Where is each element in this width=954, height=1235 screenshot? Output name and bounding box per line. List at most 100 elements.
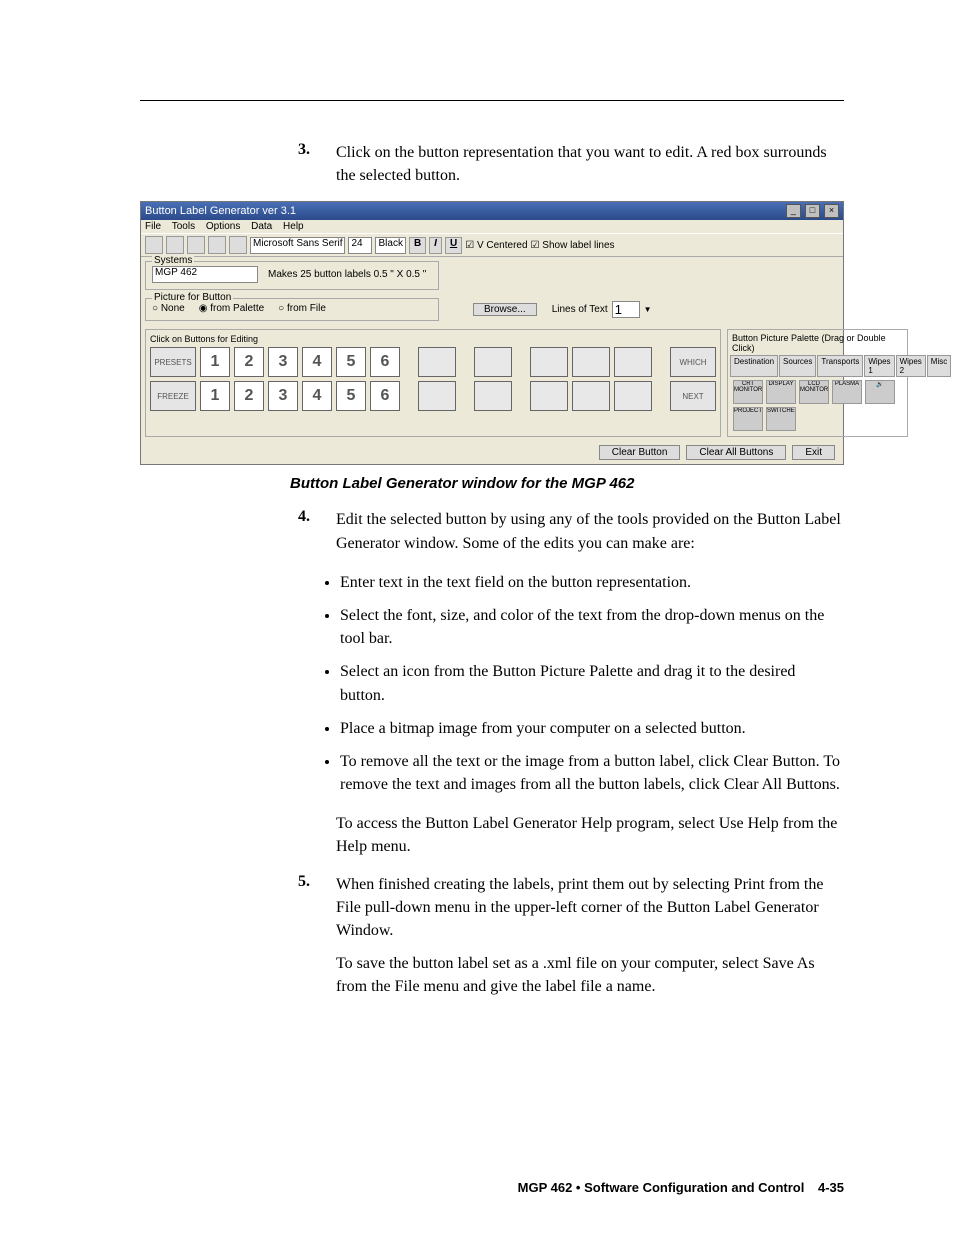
radio-from-file[interactable]: ○ from File	[278, 303, 326, 314]
bullet-icon: Select an icon from the Button Picture P…	[340, 660, 844, 706]
systems-group: Systems MGP 462 Makes 25 button labels 0…	[145, 261, 439, 290]
picture-label: Picture for Button	[152, 292, 233, 303]
lines-of-text: Lines of Text ▼	[552, 301, 652, 318]
window-title: Button Label Generator ver 3.1	[145, 205, 296, 217]
screenshot-figure: Button Label Generator ver 3.1 _ □ × Fil…	[140, 201, 844, 492]
lot-dropdown-icon[interactable]: ▼	[644, 305, 652, 314]
tab-wipes2[interactable]: Wipes 2	[896, 355, 926, 377]
systems-note: Makes 25 button labels 0.5 " X 0.5 "	[268, 269, 426, 280]
tab-wipes1[interactable]: Wipes 1	[864, 355, 894, 377]
r1-b2[interactable]: 2	[234, 347, 264, 377]
r1-b3[interactable]: 3	[268, 347, 298, 377]
step-5-text: When finished creating the labels, print…	[336, 873, 844, 943]
new-icon[interactable]	[145, 236, 163, 254]
close-button[interactable]: ×	[824, 204, 839, 218]
r1-b4[interactable]: 4	[302, 347, 332, 377]
palette-tabs: Destination Sources Transports Wipes 1 W…	[730, 355, 905, 377]
menu-help[interactable]: Help	[283, 221, 304, 232]
r2-p3[interactable]	[530, 381, 568, 411]
exit-button[interactable]: Exit	[792, 445, 835, 460]
tab-destination[interactable]: Destination	[730, 355, 778, 377]
row1-label[interactable]: PRESETS	[150, 347, 196, 377]
projector-icon[interactable]: PROJECTOR	[733, 407, 763, 431]
menu-options[interactable]: Options	[206, 221, 240, 232]
minimize-button[interactable]: _	[786, 204, 801, 218]
showlabellines-checkbox[interactable]: ☑ Show label lines	[531, 240, 615, 251]
r2-b2[interactable]: 2	[234, 381, 264, 411]
r2-b5[interactable]: 5	[336, 381, 366, 411]
buttons-area: Click on Buttons for Editing PRESETS 1 2…	[145, 329, 839, 437]
r2-b6[interactable]: 6	[370, 381, 400, 411]
radio-none[interactable]: ○ None	[152, 303, 185, 314]
r1-p2[interactable]	[474, 347, 512, 377]
r1-b5[interactable]: 5	[336, 347, 366, 377]
plasma-icon[interactable]: PLASMA	[832, 380, 862, 404]
window-controls: _ □ ×	[785, 204, 839, 218]
open-icon[interactable]	[166, 236, 184, 254]
bullet-bitmap: Place a bitmap image from your computer …	[340, 717, 844, 740]
preset-row-1: PRESETS 1 2 3 4 5 6 WHICH	[150, 347, 716, 377]
r2-p5[interactable]	[614, 381, 652, 411]
menu-data[interactable]: Data	[251, 221, 272, 232]
font-select[interactable]: Microsoft Sans Serif	[250, 237, 345, 254]
edit-header: Click on Buttons for Editing	[150, 334, 716, 344]
r1-wide[interactable]: WHICH	[670, 347, 716, 377]
saveas-para: To save the button label set as a .xml f…	[336, 952, 844, 998]
tab-misc[interactable]: Misc	[927, 355, 951, 377]
bold-button[interactable]: B	[409, 237, 426, 254]
edit-buttons-panel: Click on Buttons for Editing PRESETS 1 2…	[145, 329, 721, 437]
menu-tools[interactable]: Tools	[172, 221, 195, 232]
app-window: Button Label Generator ver 3.1 _ □ × Fil…	[140, 201, 844, 465]
r2-b1[interactable]: 1	[200, 381, 230, 411]
step-3: 3. Click on the button representation th…	[140, 141, 844, 187]
radio-from-palette[interactable]: ◉ from Palette	[199, 303, 264, 314]
r1-p3[interactable]	[530, 347, 568, 377]
print-icon[interactable]	[208, 236, 226, 254]
switcher-icon[interactable]: SWITCHER	[766, 407, 796, 431]
speaker-icon[interactable]: 🔊	[865, 380, 895, 404]
italic-button[interactable]: I	[429, 237, 442, 254]
r2-p4[interactable]	[572, 381, 610, 411]
title-bar: Button Label Generator ver 3.1 _ □ ×	[141, 202, 843, 220]
systems-select[interactable]: MGP 462	[152, 266, 258, 283]
tab-sources[interactable]: Sources	[779, 355, 816, 377]
r1-p5[interactable]	[614, 347, 652, 377]
restore-button[interactable]: □	[805, 204, 820, 218]
bottom-actions: Clear Button Clear All Buttons Exit	[141, 441, 843, 464]
color-select[interactable]: Black	[375, 237, 405, 254]
r1-p4[interactable]	[572, 347, 610, 377]
menu-file[interactable]: File	[145, 221, 161, 232]
save-icon[interactable]	[187, 236, 205, 254]
vcentered-checkbox[interactable]: ☑ V Centered	[465, 240, 527, 251]
lcd-monitor-icon[interactable]: LCD MONITOR	[799, 380, 829, 404]
step-4-num: 4.	[290, 508, 310, 554]
r2-b3[interactable]: 3	[268, 381, 298, 411]
display-icon[interactable]: DISPLAY	[766, 380, 796, 404]
bullet-enter-text: Enter text in the text field on the butt…	[340, 571, 844, 594]
lot-input[interactable]	[612, 301, 640, 318]
footer-page: 4-35	[818, 1180, 844, 1195]
browse-button[interactable]: Browse...	[473, 303, 537, 316]
tab-transports[interactable]: Transports	[817, 355, 863, 377]
crt-monitor-icon[interactable]: CRT MONITOR	[733, 380, 763, 404]
r2-p2[interactable]	[474, 381, 512, 411]
r2-wide[interactable]: NEXT	[670, 381, 716, 411]
underline-button[interactable]: U	[445, 237, 462, 254]
r2-b4[interactable]: 4	[302, 381, 332, 411]
systems-label: Systems	[152, 255, 194, 266]
r1-b1[interactable]: 1	[200, 347, 230, 377]
palette-panel: Button Picture Palette (Drag or Double C…	[727, 329, 908, 437]
size-select[interactable]: 24	[348, 237, 372, 254]
icon-grid: CRT MONITOR DISPLAY LCD MONITOR PLASMA 🔊…	[730, 377, 905, 434]
step-5-num: 5.	[290, 873, 310, 943]
step-3-num: 3.	[290, 141, 310, 187]
font-color-icon[interactable]	[229, 236, 247, 254]
row2-label[interactable]: FREEZE	[150, 381, 196, 411]
r2-p1[interactable]	[418, 381, 456, 411]
step-4: 4. Edit the selected button by using any…	[140, 508, 844, 554]
r1-b6[interactable]: 6	[370, 347, 400, 377]
r1-p1[interactable]	[418, 347, 456, 377]
clear-all-buttons[interactable]: Clear All Buttons	[686, 445, 786, 460]
rule	[140, 100, 844, 101]
clear-button[interactable]: Clear Button	[599, 445, 681, 460]
